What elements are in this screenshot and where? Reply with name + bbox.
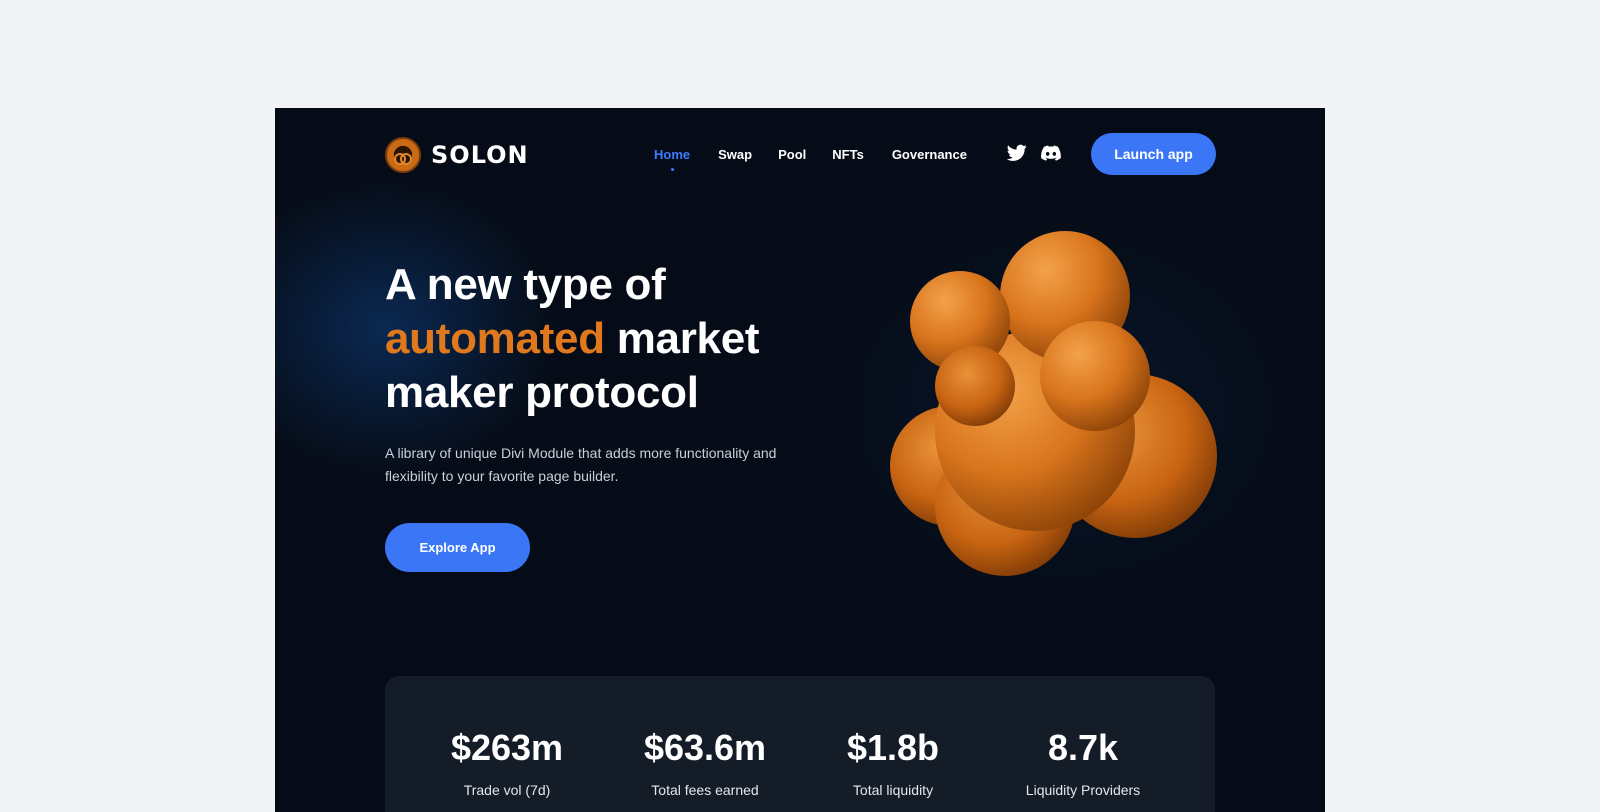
nav-item-swap[interactable]: Swap	[718, 147, 752, 162]
stat-value: 8.7k	[1047, 727, 1119, 768]
main-nav: Home Swap Pool NFTs Governance	[654, 147, 967, 171]
stat-total-liquidity: $1.8b Total liquidity	[793, 726, 993, 798]
twitter-icon[interactable]	[1007, 144, 1027, 162]
stats-panel: $263m Trade vol (7d) $63.6m Total fees e…	[385, 676, 1215, 812]
brand-logo[interactable]: SOLON	[385, 137, 529, 173]
stat-fees-earned: $63.6m Total fees earned	[605, 726, 805, 798]
stat-label: Total liquidity	[852, 782, 934, 798]
hero-title-line2: market	[604, 314, 760, 363]
nav-item-pool[interactable]: Pool	[778, 147, 806, 162]
stat-trade-volume: $263m Trade vol (7d)	[407, 726, 607, 798]
hero-title-line3: maker protocol	[385, 368, 699, 417]
stat-value: $63.6m	[643, 727, 767, 768]
brand-name: SOLON	[431, 141, 529, 169]
stat-label: Liquidity Providers	[1025, 782, 1141, 798]
hero-title-accent: automated	[385, 314, 605, 363]
orange-blob-illustration	[890, 231, 1217, 576]
hero-title: A new type of automated market maker pro…	[385, 258, 815, 420]
landing-page-frame: SOLON Home Swap Pool NFTs Governance Lau…	[275, 108, 1325, 812]
discord-icon[interactable]	[1041, 144, 1061, 162]
nav-item-nfts[interactable]: NFTs	[832, 147, 864, 162]
nav-item-home[interactable]: Home	[654, 147, 690, 171]
stat-label: Total fees earned	[651, 782, 759, 798]
nav-item-governance[interactable]: Governance	[892, 147, 967, 162]
launch-app-button[interactable]: Launch app	[1091, 133, 1216, 175]
social-links	[1007, 144, 1061, 162]
stat-value: $1.8b	[846, 727, 940, 768]
logo-mark-icon	[385, 137, 421, 173]
stat-label: Trade vol (7d)	[463, 782, 551, 798]
hero-subtitle: A library of unique Divi Module that add…	[385, 445, 777, 484]
hero-title-line1: A new type of	[385, 260, 666, 309]
stat-liquidity-providers: 8.7k Liquidity Providers	[983, 726, 1183, 798]
stat-value: $263m	[450, 727, 564, 768]
explore-app-button[interactable]: Explore App	[385, 523, 530, 572]
